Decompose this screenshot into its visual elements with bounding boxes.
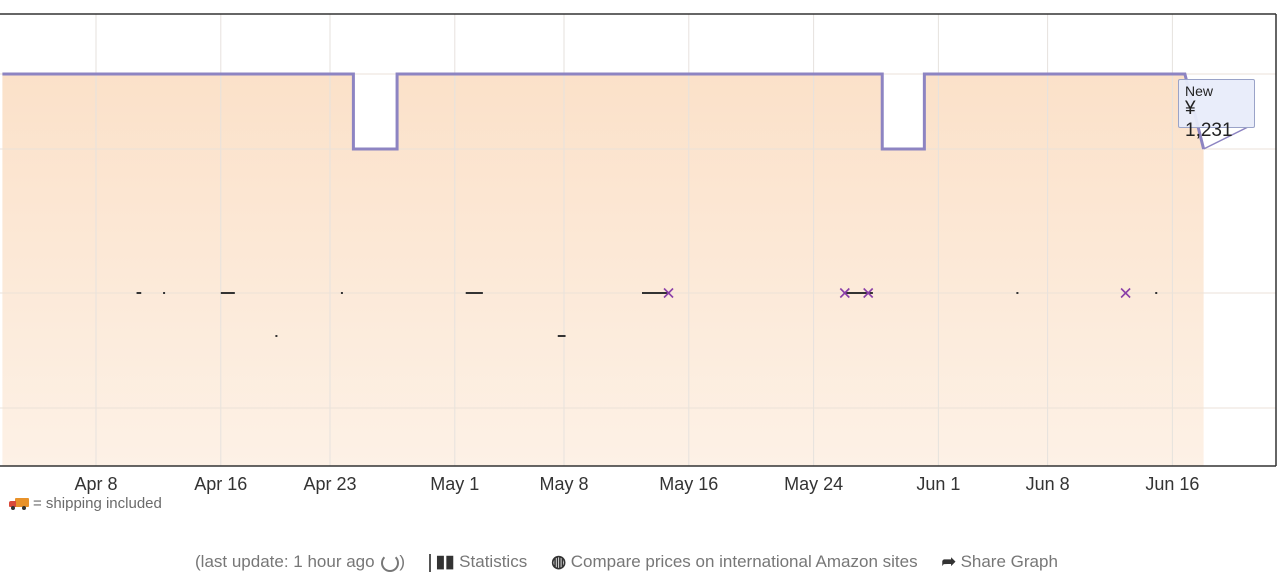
statistics-link[interactable]: ▮▮ Statistics bbox=[428, 552, 527, 572]
shipping-note-text: = shipping included bbox=[33, 495, 162, 512]
price-tooltip: New ¥ 1,231 bbox=[1178, 79, 1255, 141]
x-tick-label: May 1 bbox=[430, 474, 479, 494]
share-icon: ➦ bbox=[941, 552, 956, 571]
tooltip-value: ¥ 1,231 bbox=[1185, 98, 1233, 141]
x-tick-label: Jun 8 bbox=[1026, 474, 1070, 494]
statistics-icon: ▮▮ bbox=[435, 552, 455, 571]
refresh-icon[interactable] bbox=[381, 553, 400, 572]
divider bbox=[428, 553, 431, 572]
price-chart: Apr 8 Apr 16 Apr 23 May 1 May 8 May 16 May 24 J… bbox=[0, 13, 1277, 494]
x-tick-label: May 24 bbox=[784, 474, 843, 494]
x-tick-label: May 8 bbox=[539, 474, 588, 494]
x-tick-label: May 16 bbox=[659, 474, 718, 494]
x-tick-label: Apr 23 bbox=[303, 474, 356, 494]
globe-icon: ◍ bbox=[551, 552, 567, 571]
shipping-note: = shipping included bbox=[9, 495, 162, 512]
truck-icon bbox=[9, 497, 29, 510]
x-tick-labels: Apr 8 Apr 16 Apr 23 May 1 May 8 May 16 May 24 J… bbox=[74, 474, 1199, 494]
share-graph-link[interactable]: ➦ Share Graph bbox=[942, 552, 1058, 572]
area-fill bbox=[2, 74, 1204, 466]
compare-link[interactable]: ◍ Compare prices on international Amazon… bbox=[551, 552, 917, 572]
last-update: (last update: 1 hour ago ) bbox=[195, 552, 405, 572]
x-tick-label: Apr 8 bbox=[74, 474, 117, 494]
footer-bar: (last update: 1 hour ago ) ▮▮ Statistics… bbox=[195, 552, 1058, 572]
tooltip-series: New bbox=[1185, 83, 1214, 99]
x-tick-label: Jun 1 bbox=[916, 474, 960, 494]
x-tick-label: Jun 16 bbox=[1145, 474, 1199, 494]
x-tick-label: Apr 16 bbox=[194, 474, 247, 494]
